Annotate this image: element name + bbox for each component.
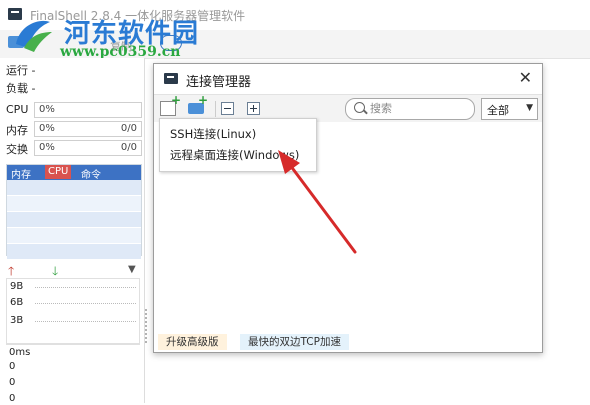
expand-all-icon[interactable] [247,102,260,115]
swap-row: 交换 0% 0/0 [6,140,142,156]
net-tick: 3B [10,315,24,326]
filter-dropdown[interactable]: 全部 ▼ [481,98,538,120]
load-status: 负载 - [6,82,36,95]
cpu-meter: 0% [34,102,142,118]
column-memory[interactable]: 内存 [11,166,31,181]
network-menu-icon[interactable]: ▼ [128,264,136,275]
new-connection-icon[interactable] [160,93,181,116]
column-command[interactable]: 命令 [81,166,101,181]
new-folder-icon[interactable] [188,93,208,114]
menu-item-ssh[interactable]: SSH连接(Linux) [170,126,256,142]
table-row[interactable] [7,196,141,212]
net-tick: 6B [10,297,24,308]
dialog-title: 连接管理器 [186,75,252,90]
swap-meter: 0% 0/0 [34,140,142,156]
table-row[interactable] [7,180,141,196]
cpu-label: CPU [6,103,29,116]
search-box[interactable] [345,98,475,120]
upgrade-button[interactable]: 升级高级版 [158,334,227,350]
toolbar-divider [215,101,216,117]
process-table: 内存 CPU 命令 [6,164,142,260]
swap-value: 0% [39,142,55,153]
process-table-header: 内存 CPU 命令 [7,165,141,181]
tcp-acceleration-button[interactable]: 最快的双边TCP加速 [240,334,349,350]
panel-splitter[interactable] [144,308,148,344]
swap-usage: 0/0 [120,142,137,153]
connection-manager-dialog: 连接管理器 ✕ 全部 ▼ 升级高级版 最快的双边TCP加速 [153,63,543,353]
dialog-app-icon [164,73,178,84]
search-input[interactable] [370,100,466,116]
table-row[interactable] [7,228,141,244]
search-icon [354,102,365,113]
memory-usage: 0/0 [120,123,137,134]
latency-tick: 0 [9,361,16,372]
table-row[interactable] [7,244,141,260]
memory-value: 0% [39,123,55,134]
latency-tick: 0 [9,393,16,404]
monitor-panel: 运行 - 负载 - CPU 0% 内存 0% 0/0 交换 0% 0/0 内存 … [0,58,145,405]
memory-label: 内存 [6,124,28,137]
dialog-titlebar: 连接管理器 ✕ [154,64,542,94]
cpu-value: 0% [39,104,55,115]
new-connection-menu: SSH连接(Linux) 远程桌面连接(Windows) [159,118,317,172]
network-monitor: 🡑 🡓 ▼ 9B 6B 3B [6,262,140,344]
watermark-logo [16,20,52,52]
memory-meter: 0% 0/0 [34,121,142,137]
dialog-footer: 升级高级版 最快的双边TCP加速 [154,332,542,352]
cpu-row: CPU 0% [6,102,142,118]
latency-tick: 0ms [9,347,31,358]
network-graph: 9B 6B 3B [6,278,140,344]
table-row[interactable] [7,212,141,228]
collapse-all-icon[interactable] [221,102,234,115]
net-tick: 9B [10,281,24,292]
memory-row: 内存 0% 0/0 [6,121,142,137]
swap-label: 交换 [6,143,28,156]
latency-tick: 0 [9,377,16,388]
running-status: 运行 - [6,64,36,77]
latency-monitor: 0ms 0 0 0 [6,344,140,405]
close-icon[interactable]: ✕ [519,69,532,87]
filter-value: 全部 [487,104,509,117]
chevron-down-icon: ▼ [526,103,533,113]
column-cpu[interactable]: CPU [45,165,72,179]
menu-item-rdp[interactable]: 远程桌面连接(Windows) [170,147,299,163]
